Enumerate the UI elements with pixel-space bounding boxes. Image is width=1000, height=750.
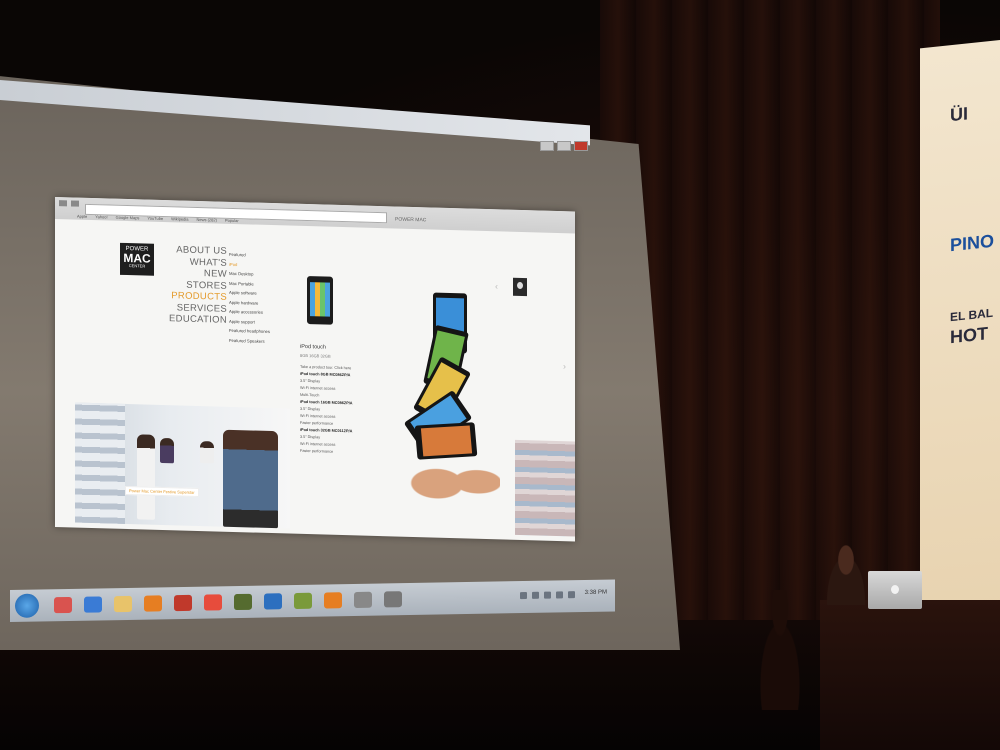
product-details: Take a product tour. Click here iPod touc… bbox=[300, 364, 370, 457]
firefox-icon[interactable] bbox=[174, 594, 192, 612]
banner-line-2: PINO bbox=[950, 230, 995, 256]
products-submenu: Featured iPod Mac Desktop Mac Portable Apple… bbox=[229, 250, 299, 347]
presenter bbox=[822, 545, 870, 605]
taskbar-clock[interactable]: 3:38 PM bbox=[585, 590, 607, 596]
minimize-icon[interactable] bbox=[540, 141, 554, 151]
ie-icon[interactable] bbox=[84, 596, 102, 613]
nav-item[interactable]: WHAT'S NEW bbox=[165, 256, 227, 281]
close-icon[interactable] bbox=[574, 141, 588, 151]
page-title: POWER MAC bbox=[395, 216, 427, 224]
main-nav: ABOUT US WHAT'S NEW STORES PRODUCTS SERVICES… bbox=[165, 244, 227, 326]
start-icon[interactable] bbox=[15, 593, 39, 618]
app-icon-5[interactable] bbox=[384, 591, 402, 608]
taskbar-apps bbox=[54, 591, 402, 614]
product-subtitle: 8GB 16GB 32GB bbox=[300, 352, 331, 359]
product-name: iPod touch bbox=[300, 343, 326, 351]
submenu-item[interactable]: Featured Speakers bbox=[229, 335, 299, 346]
ipod-thumbnail[interactable] bbox=[307, 276, 333, 325]
bookmark-item[interactable]: News (282) bbox=[196, 217, 216, 223]
store-shelves bbox=[75, 402, 125, 524]
banner-line-3: EL BAL bbox=[950, 305, 994, 325]
photoshop-icon[interactable] bbox=[264, 593, 282, 610]
staff-person-1 bbox=[137, 434, 155, 520]
bookmark-item[interactable]: Apple bbox=[77, 214, 87, 219]
network-icon[interactable] bbox=[568, 591, 575, 599]
product-detail-line: Faster performance bbox=[300, 448, 334, 454]
event-banner: ÜI PINO EL BAL HOT bbox=[920, 40, 1000, 619]
nav-item[interactable]: EDUCATION bbox=[165, 313, 227, 326]
power-mac-logo[interactable]: POWER MAC CENTER bbox=[120, 242, 154, 276]
bookmark-item[interactable]: Google Maps bbox=[116, 215, 140, 221]
laptop bbox=[868, 571, 922, 609]
banner-line-4: HOT bbox=[950, 323, 988, 348]
app-icon[interactable] bbox=[204, 594, 222, 611]
vlc-icon[interactable] bbox=[324, 592, 342, 609]
bookmark-item[interactable]: Popular bbox=[225, 218, 239, 223]
bookmark-item[interactable]: Yahoo! bbox=[95, 214, 107, 219]
hands-holding-ipods bbox=[410, 446, 500, 510]
audience-silhouette bbox=[750, 590, 810, 710]
forward-icon[interactable] bbox=[71, 200, 79, 207]
maximize-icon[interactable] bbox=[557, 141, 571, 151]
back-icon[interactable] bbox=[59, 200, 67, 207]
podium bbox=[820, 600, 1000, 750]
store-interior-photo bbox=[515, 439, 575, 537]
app-icon-4[interactable] bbox=[354, 591, 372, 608]
browser-window: Apple Yahoo! Google Maps YouTube Wikipedia Ne… bbox=[55, 197, 575, 542]
bookmark-item[interactable]: YouTube bbox=[147, 216, 163, 221]
nav-item[interactable]: PRODUCTS bbox=[165, 290, 227, 303]
app-icon-3[interactable] bbox=[294, 592, 312, 610]
apple-logo-icon bbox=[513, 277, 527, 297]
app-icon-2[interactable] bbox=[234, 593, 252, 611]
bookmark-item[interactable]: Wikipedia bbox=[171, 216, 188, 221]
carousel-prev-icon[interactable]: ‹ bbox=[495, 281, 498, 291]
media-player-icon[interactable] bbox=[144, 595, 162, 612]
banner-line-1: ÜI bbox=[950, 103, 968, 126]
staff-person-3 bbox=[200, 441, 214, 464]
staff-person-2 bbox=[160, 437, 174, 464]
staff-person-4 bbox=[223, 429, 278, 529]
volume-icon[interactable] bbox=[556, 591, 563, 599]
carousel-next-icon[interactable]: › bbox=[563, 361, 566, 371]
tray-icon-1[interactable] bbox=[520, 591, 527, 600]
tray-icon-3[interactable] bbox=[544, 591, 551, 599]
system-tray bbox=[520, 591, 575, 600]
nav-buttons bbox=[59, 200, 79, 207]
window-controls bbox=[540, 141, 588, 151]
tray-icon-2[interactable] bbox=[532, 591, 539, 599]
folder-icon[interactable] bbox=[114, 595, 132, 613]
chrome-icon[interactable] bbox=[54, 596, 72, 614]
